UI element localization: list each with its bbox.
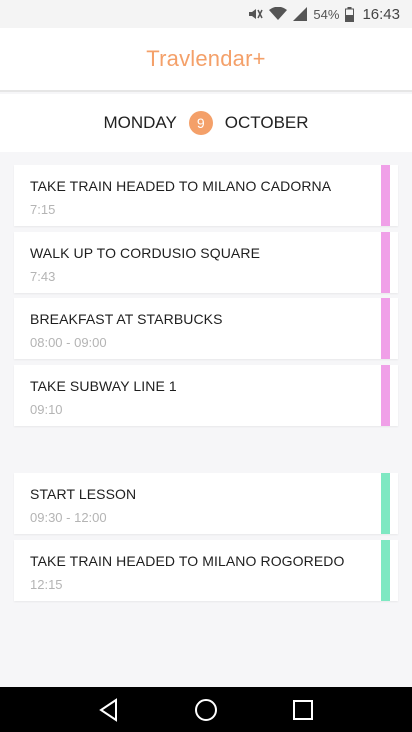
event-time: 09:10 [30,402,63,417]
event-card[interactable]: BREAKFAST AT STARBUCKS 08:00 - 09:00 [14,298,398,359]
event-card[interactable]: TAKE SUBWAY LINE 1 09:10 [14,365,398,426]
back-icon[interactable] [93,696,125,724]
event-time: 09:30 - 12:00 [30,510,107,525]
travel-stripe [381,232,390,293]
event-card[interactable]: TAKE TRAIN HEADED TO MILANO ROGOREDO 12:… [14,540,398,601]
signal-icon [293,7,308,21]
day-number-badge: 9 [188,111,213,135]
event-stripe [381,473,390,534]
recents-icon[interactable] [287,696,319,724]
app-bar: Travlendar+ [0,28,412,92]
event-title: BREAKFAST AT STARBUCKS [30,311,223,327]
month-name: OCTOBER [224,113,309,132]
battery-icon [345,6,355,22]
event-card[interactable]: WALK UP TO CORDUSIO SQUARE 7:43 [14,232,398,293]
event-card[interactable]: START LESSON 09:30 - 12:00 [14,473,398,534]
status-bar: 54% 16:43 [0,0,412,28]
event-title: START LESSON [30,486,137,502]
event-title: TAKE TRAIN HEADED TO MILANO CADORNA [30,178,332,194]
app-title: Travlendar+ [146,46,266,71]
date-header[interactable]: MONDAY 9 OCTOBER [0,94,412,152]
event-title: WALK UP TO CORDUSIO SQUARE [30,245,261,261]
event-title: TAKE SUBWAY LINE 1 [30,378,177,394]
event-card[interactable]: TAKE TRAIN HEADED TO MILANO CADORNA 7:15 [14,165,398,226]
battery-percent: 54% [313,6,340,22]
day-name: MONDAY [103,113,177,132]
event-time: 7:15 [30,202,56,217]
travel-stripe [381,365,390,426]
wifi-icon [269,7,288,21]
system-nav-bar [0,687,412,732]
home-icon[interactable] [190,696,222,724]
event-time: 08:00 - 09:00 [30,335,107,350]
event-time: 7:43 [30,269,56,284]
event-title: TAKE TRAIN HEADED TO MILANO ROGOREDO [30,553,345,569]
event-stripe [381,540,390,601]
travel-stripe [381,165,390,226]
clock: 16:43 [362,5,400,23]
event-time: 12:15 [30,577,63,592]
travel-stripe [381,298,390,359]
mute-icon [247,7,264,21]
